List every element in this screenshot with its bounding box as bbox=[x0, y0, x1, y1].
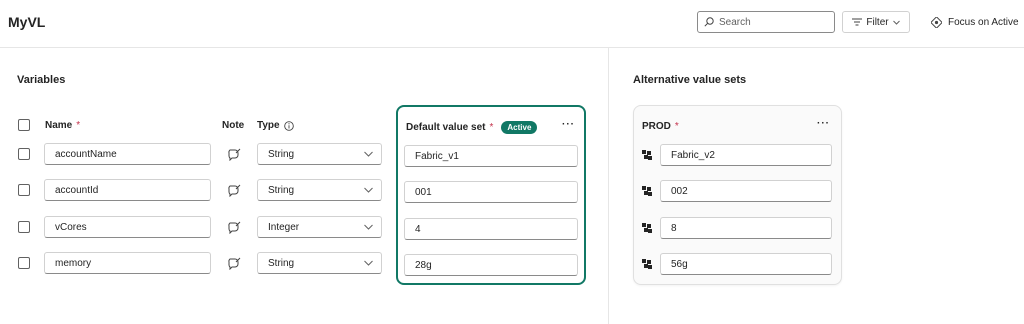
type-select-value: Integer bbox=[268, 221, 300, 233]
row-checkbox[interactable] bbox=[18, 184, 30, 196]
focus-icon bbox=[931, 16, 942, 28]
value-set-icon bbox=[642, 186, 652, 196]
type-select[interactable]: String bbox=[257, 252, 382, 274]
focus-label: Focus on Active bbox=[948, 16, 1019, 28]
type-select[interactable]: Integer bbox=[257, 216, 382, 238]
filter-icon bbox=[852, 18, 863, 26]
note-icon[interactable] bbox=[227, 256, 241, 270]
note-icon[interactable] bbox=[227, 220, 241, 234]
section-divider bbox=[608, 48, 609, 324]
required-mark: * bbox=[76, 120, 81, 131]
filter-button[interactable]: Filter bbox=[842, 11, 910, 33]
default-set-more-button[interactable]: ··· bbox=[562, 119, 575, 130]
row-checkbox[interactable] bbox=[18, 257, 30, 269]
filter-label: Filter bbox=[866, 16, 889, 28]
note-icon[interactable] bbox=[227, 183, 241, 197]
search-placeholder: Search bbox=[719, 16, 751, 28]
chevron-down-icon bbox=[364, 187, 373, 193]
default-set-header: Default value set * Active bbox=[406, 121, 538, 134]
type-select-value: String bbox=[268, 257, 295, 269]
note-icon[interactable] bbox=[227, 147, 241, 161]
name-column-header: Name * bbox=[45, 120, 80, 131]
type-select-value: String bbox=[268, 184, 295, 196]
alternative-value-input[interactable]: 56g bbox=[660, 253, 832, 275]
row-checkbox[interactable] bbox=[18, 221, 30, 233]
default-value-input[interactable]: 001 bbox=[404, 181, 578, 203]
alternative-value-set-card: PROD * ··· Fabric_v2 002 8 56g bbox=[633, 105, 842, 285]
note-header-label: Note bbox=[222, 120, 245, 131]
alt-set-header: PROD * bbox=[642, 121, 679, 132]
value-set-icon bbox=[642, 223, 652, 233]
variables-title: Variables bbox=[17, 74, 66, 86]
default-value-input[interactable]: 4 bbox=[404, 218, 578, 240]
alternative-value-input[interactable]: Fabric_v2 bbox=[660, 144, 832, 166]
variable-name-input[interactable]: memory bbox=[44, 252, 211, 274]
default-value-input[interactable]: Fabric_v1 bbox=[404, 145, 578, 167]
search-input[interactable]: Search bbox=[697, 11, 835, 33]
value-set-icon bbox=[642, 150, 652, 160]
search-icon bbox=[704, 17, 714, 27]
value-set-icon bbox=[642, 259, 652, 269]
page-title: MyVL bbox=[8, 14, 46, 30]
chevron-down-icon bbox=[364, 151, 373, 157]
required-mark: * bbox=[674, 121, 679, 132]
focus-on-active-button[interactable]: Focus on Active bbox=[931, 11, 1019, 33]
info-icon[interactable] bbox=[283, 120, 294, 131]
type-header-label: Type bbox=[257, 120, 280, 131]
row-checkbox[interactable] bbox=[18, 148, 30, 160]
type-column-header: Type bbox=[257, 120, 294, 131]
type-select-value: String bbox=[268, 148, 295, 160]
variable-name-input[interactable]: accountName bbox=[44, 143, 211, 165]
variable-name-input[interactable]: accountId bbox=[44, 179, 211, 201]
alternative-sets-title: Alternative value sets bbox=[633, 74, 747, 86]
chevron-down-icon bbox=[364, 260, 373, 266]
chevron-down-icon bbox=[364, 224, 373, 230]
alternative-value-input[interactable]: 002 bbox=[660, 180, 832, 202]
alt-set-more-button[interactable]: ··· bbox=[817, 118, 830, 129]
alt-set-name: PROD bbox=[642, 121, 671, 132]
default-set-title: Default value set bbox=[406, 122, 486, 133]
note-column-header: Note bbox=[222, 120, 244, 131]
type-select[interactable]: String bbox=[257, 179, 382, 201]
chevron-down-icon bbox=[892, 20, 900, 25]
default-value-set-card: Default value set * Active ··· Fabric_v1… bbox=[396, 105, 586, 285]
variable-name-input[interactable]: vCores bbox=[44, 216, 211, 238]
required-mark: * bbox=[489, 122, 494, 133]
top-bar: MyVL Search Filter Focus on Active bbox=[0, 0, 1024, 48]
active-badge: Active bbox=[501, 121, 538, 134]
type-select[interactable]: String bbox=[257, 143, 382, 165]
name-header-label: Name bbox=[45, 120, 73, 131]
default-value-input[interactable]: 28g bbox=[404, 254, 578, 276]
alternative-value-input[interactable]: 8 bbox=[660, 217, 832, 239]
select-all-checkbox[interactable] bbox=[18, 119, 30, 131]
